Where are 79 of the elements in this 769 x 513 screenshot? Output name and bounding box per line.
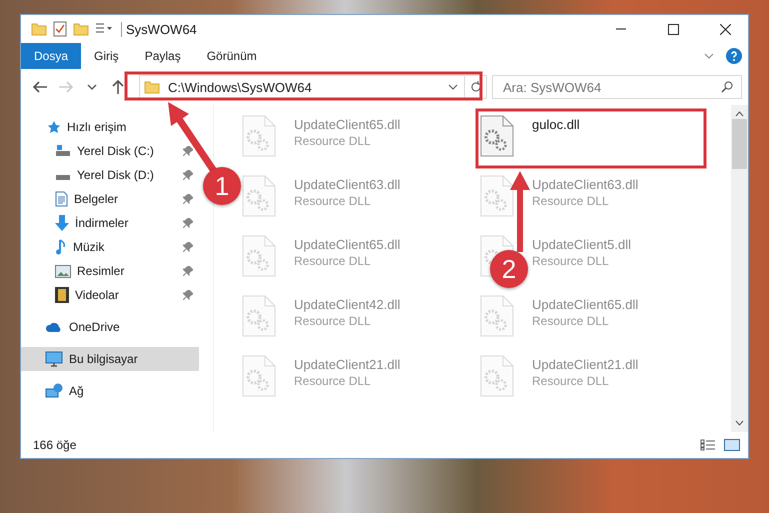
scroll-up-icon[interactable] <box>735 111 744 117</box>
search-icon <box>721 81 733 93</box>
window-title: SysWOW64 <box>121 22 197 36</box>
file-type: Resource DLL <box>532 314 610 328</box>
file-type: Resource DLL <box>294 254 372 268</box>
properties-icon <box>53 21 67 37</box>
file-type: Resource DLL <box>532 374 610 388</box>
picture-icon <box>55 264 71 278</box>
gear-file-icon <box>480 115 514 157</box>
folder-icon <box>144 79 160 95</box>
sidebar-item[interactable]: Yerel Disk (D:) <box>21 163 199 187</box>
pin-icon <box>183 146 193 156</box>
monitor-icon <box>45 351 63 367</box>
file-name[interactable]: guloc.dll <box>532 117 580 132</box>
pin-icon <box>183 266 193 276</box>
drive-icon <box>55 145 71 157</box>
pin-icon <box>183 242 193 252</box>
sidebar-item[interactable]: Bu bilgisayar <box>21 347 199 371</box>
sidebar-item[interactable]: Hızlı erişim <box>21 115 199 139</box>
cloud-icon <box>45 322 63 332</box>
network-icon <box>45 383 63 399</box>
sidebar-item[interactable]: Yerel Disk (C:) <box>21 139 199 163</box>
file-type: Resource DLL <box>294 374 372 388</box>
address-field[interactable]: C:\Windows\SysWOW64 <box>166 78 442 96</box>
document-icon <box>55 191 68 207</box>
large-icons-view-icon[interactable] <box>724 439 740 451</box>
pin-icon <box>183 194 193 204</box>
sidebar-item[interactable]: Belgeler <box>21 187 199 211</box>
file-type: Resource DLL <box>532 194 610 208</box>
new-folder-icon <box>73 21 89 37</box>
scrollbar[interactable] <box>731 105 748 432</box>
gear-file-icon <box>242 295 276 337</box>
download-arrow-icon <box>55 215 69 231</box>
sidebar-item[interactable]: OneDrive <box>21 315 199 339</box>
ribbon-tab[interactable]: Dosya <box>21 43 82 69</box>
folder-icon <box>31 21 47 37</box>
music-note-icon <box>55 239 67 255</box>
gear-file-icon <box>480 295 514 337</box>
gear-file-icon <box>480 355 514 397</box>
address-bar[interactable]: C:\Windows\SysWOW64 <box>139 75 487 99</box>
help-icon[interactable] <box>726 48 742 64</box>
file-type: Resource DLL <box>294 314 372 328</box>
sidebar-item[interactable]: Resimler <box>21 259 199 283</box>
pin-icon <box>183 290 193 300</box>
item-count: 166 öğe <box>33 438 76 452</box>
search-field[interactable]: Ara: SysWOW64 <box>501 78 721 96</box>
gear-file-icon <box>480 175 514 217</box>
file-type: Resource DLL <box>294 194 372 208</box>
sidebar-item[interactable]: Ağ <box>21 379 199 403</box>
ribbon-tab[interactable]: Paylaş <box>132 43 194 69</box>
ribbon-tab[interactable]: Görünüm <box>194 43 270 69</box>
file-type: Resource DLL <box>294 134 372 148</box>
sidebar-item[interactable]: Videolar <box>21 283 199 307</box>
details-view-icon[interactable] <box>700 439 716 451</box>
pin-icon <box>183 170 193 180</box>
arrow-right-icon <box>58 80 74 94</box>
refresh-icon <box>470 81 482 93</box>
gear-file-icon <box>242 175 276 217</box>
sidebar-item[interactable]: Müzik <box>21 235 199 259</box>
close-icon <box>720 24 730 34</box>
chevron-down-icon[interactable] <box>704 53 714 59</box>
file-type: Resource DLL <box>532 254 610 268</box>
scrollbar-thumb[interactable] <box>732 119 747 169</box>
star-icon <box>47 120 61 134</box>
gear-file-icon <box>242 115 276 157</box>
minimize-icon <box>616 28 626 30</box>
chevron-down-icon <box>87 84 97 90</box>
film-icon <box>55 287 69 303</box>
search-bar[interactable]: Ara: SysWOW64 <box>492 75 742 99</box>
sidebar-item[interactable]: İndirmeler <box>21 211 199 235</box>
gear-file-icon <box>242 355 276 397</box>
pin-icon <box>183 218 193 228</box>
arrow-left-icon <box>32 80 48 94</box>
gear-file-icon <box>242 235 276 277</box>
maximize-icon <box>668 24 678 34</box>
scroll-down-icon[interactable] <box>735 420 744 426</box>
chevron-down-icon[interactable] <box>448 84 458 90</box>
arrow-up-icon <box>111 79 125 95</box>
ribbon-tab[interactable]: Giriş <box>81 43 132 69</box>
